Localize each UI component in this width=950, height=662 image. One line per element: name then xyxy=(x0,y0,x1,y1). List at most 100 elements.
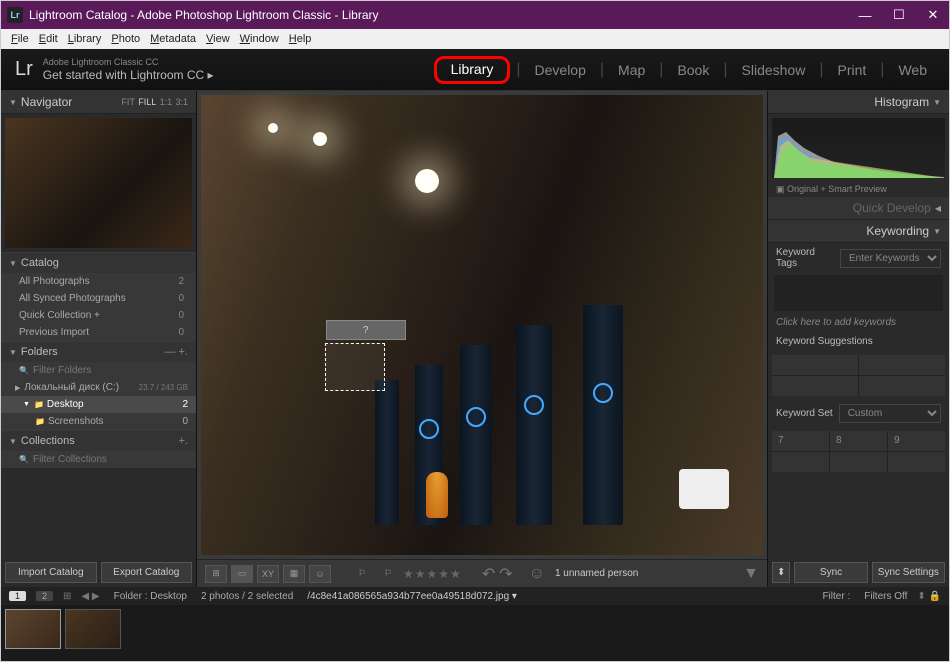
histogram-view[interactable] xyxy=(772,118,945,178)
get-started-link[interactable]: Get started with Lightroom CC ▸ xyxy=(43,68,214,82)
histogram-label: ▣ Original + Smart Preview xyxy=(768,182,949,197)
folder-disk[interactable]: ▶ Локальный диск (C:) 23.7 / 243 GB xyxy=(1,379,196,396)
folders-add-icon[interactable]: — +. xyxy=(164,346,188,358)
menu-file[interactable]: File xyxy=(7,31,33,47)
selection-count: 2 photos / 2 selected xyxy=(201,591,293,602)
menu-library[interactable]: Library xyxy=(64,31,106,47)
sync-settings-button[interactable]: Sync Settings xyxy=(872,562,945,583)
people-view-icon[interactable]: ☺ xyxy=(309,565,331,583)
module-develop[interactable]: Develop xyxy=(527,58,594,82)
sync-button[interactable]: Sync xyxy=(794,562,867,583)
module-map[interactable]: Map xyxy=(610,58,653,82)
export-catalog-button[interactable]: Export Catalog xyxy=(101,562,193,583)
module-library[interactable]: Library xyxy=(443,57,502,81)
nav-fill[interactable]: FILL xyxy=(138,97,156,107)
chevron-down-icon: ▼ xyxy=(933,98,941,107)
search-icon: 🔍 xyxy=(19,455,29,464)
menu-help[interactable]: Help xyxy=(285,31,316,47)
catalog-synced[interactable]: All Synced Photographs0 xyxy=(1,290,196,307)
catalog-header[interactable]: ▼ Catalog xyxy=(1,252,196,273)
thumbnail-1[interactable] xyxy=(5,609,61,649)
current-filename: /4c8e41a086565a934b77ee0a49518d072.jpg ▾ xyxy=(307,591,517,602)
folder-breadcrumb[interactable]: Folder : Desktop xyxy=(114,591,187,602)
nav-1-1[interactable]: 1:1 xyxy=(160,97,173,107)
center-toolbar: ⊞ ▭ XY ▦ ☺ ⚐ ⚐ ★★★★★ ↶ ↷ ☺ 1 unnamed per… xyxy=(197,559,767,587)
navigator-title: Navigator xyxy=(21,95,72,109)
star-rating[interactable]: ★★★★★ xyxy=(403,567,462,581)
toolbar-menu-icon[interactable]: ▼ xyxy=(743,565,759,583)
histogram-header[interactable]: Histogram ▼ xyxy=(768,91,949,114)
folders-title: Folders xyxy=(21,346,58,358)
filter-label: Filter : xyxy=(822,591,850,602)
module-slideshow[interactable]: Slideshow xyxy=(734,58,814,82)
nav-back-icon[interactable]: ◀ ▶ xyxy=(81,591,99,602)
minimize-button[interactable]: — xyxy=(855,5,875,25)
filter-lock-icon[interactable]: ⬍ 🔒 xyxy=(917,591,941,602)
keyword-tags-select[interactable]: Enter Keywords xyxy=(840,249,941,268)
keyword-set-label: Keyword Set xyxy=(776,408,833,419)
catalog-quick[interactable]: Quick Collection +0 xyxy=(1,307,196,324)
import-catalog-button[interactable]: Import Catalog xyxy=(5,562,97,583)
catalog-all-photos[interactable]: All Photographs2 xyxy=(1,273,196,290)
menu-window[interactable]: Window xyxy=(236,31,283,47)
folder-desktop[interactable]: ▼ 📁 Desktop 2 xyxy=(1,396,196,413)
menu-metadata[interactable]: Metadata xyxy=(146,31,200,47)
sync-toggle-icon[interactable]: ⬍ xyxy=(772,562,790,583)
monitor-2[interactable]: 2 xyxy=(36,591,53,601)
module-book[interactable]: Book xyxy=(669,58,717,82)
nav-3-1[interactable]: 3:1 xyxy=(175,97,188,107)
flag-pick-icon[interactable]: ⚐ xyxy=(351,565,373,583)
module-print[interactable]: Print xyxy=(830,58,875,82)
thumbnail-2[interactable] xyxy=(65,609,121,649)
navigator-preview[interactable] xyxy=(5,118,192,248)
collections-header[interactable]: ▼ Collections +. xyxy=(1,430,196,451)
loupe-view-icon[interactable]: ▭ xyxy=(231,565,253,583)
collections-add-icon[interactable]: +. xyxy=(179,435,188,447)
face-detection-box[interactable]: ? xyxy=(325,343,385,391)
folders-header[interactable]: ▼ Folders — +. xyxy=(1,341,196,362)
folder-screenshots[interactable]: 📁 Screenshots 0 xyxy=(1,413,196,430)
keyword-set-grid: 7 8 9 xyxy=(772,431,945,472)
filter-collections[interactable]: 🔍 Filter Collections xyxy=(1,451,196,468)
filters-off[interactable]: Filters Off xyxy=(864,591,907,602)
menu-photo[interactable]: Photo xyxy=(107,31,144,47)
right-panel: Histogram ▼ ▣ Original + Smart Preview Q… xyxy=(767,91,949,587)
chevron-down-icon: ▼ xyxy=(9,259,17,268)
grid-small-icon[interactable]: ⊞ xyxy=(63,591,71,602)
grid-view-icon[interactable]: ⊞ xyxy=(205,565,227,583)
collections-title: Collections xyxy=(21,435,75,447)
flag-reject-icon[interactable]: ⚐ xyxy=(377,565,399,583)
keywording-header[interactable]: Keywording ▼ xyxy=(768,220,949,243)
survey-view-icon[interactable]: ▦ xyxy=(283,565,305,583)
unnamed-person-label[interactable]: 1 unnamed person xyxy=(555,568,638,579)
close-button[interactable]: ✕ xyxy=(923,5,943,25)
menu-bar: File Edit Library Photo Metadata View Wi… xyxy=(1,29,949,49)
chevron-down-icon: ▼ xyxy=(9,348,17,357)
menu-edit[interactable]: Edit xyxy=(35,31,62,47)
chevron-down-icon: ▼ xyxy=(9,437,17,446)
brand-subtitle: Adobe Lightroom Classic CC xyxy=(43,57,214,68)
keyword-suggestions-grid xyxy=(772,355,945,396)
navigator-header[interactable]: ▼ Navigator FIT FILL 1:1 3:1 xyxy=(1,91,196,114)
chevron-left-icon: ◀ xyxy=(935,204,941,213)
filter-folders[interactable]: 🔍 Filter Folders xyxy=(1,362,196,379)
keywording-title: Keywording xyxy=(866,224,929,238)
face-tooltip[interactable]: ? xyxy=(326,320,406,340)
keyword-set-select[interactable]: Custom xyxy=(839,404,941,423)
rotate-left-icon[interactable]: ↶ xyxy=(482,564,495,584)
rotate-right-icon[interactable]: ↷ xyxy=(499,564,512,584)
monitor-1[interactable]: 1 xyxy=(9,591,26,601)
maximize-button[interactable]: ☐ xyxy=(889,5,909,25)
add-keywords-placeholder[interactable]: Click here to add keywords xyxy=(768,313,949,332)
nav-fit[interactable]: FIT xyxy=(121,97,135,107)
compare-view-icon[interactable]: XY xyxy=(257,565,279,583)
menu-view[interactable]: View xyxy=(202,31,234,47)
module-web[interactable]: Web xyxy=(890,58,935,82)
catalog-prev-import[interactable]: Previous Import0 xyxy=(1,324,196,341)
face-tag-icon[interactable]: ☺ xyxy=(529,565,545,583)
main-image-view[interactable]: ? xyxy=(197,91,767,559)
module-picker-bar: Lr Adobe Lightroom Classic CC Get starte… xyxy=(1,49,949,91)
quick-develop-header[interactable]: Quick Develop ◀ xyxy=(768,197,949,220)
chevron-right-icon: ▶ xyxy=(15,384,20,392)
histogram-title: Histogram xyxy=(874,95,929,109)
